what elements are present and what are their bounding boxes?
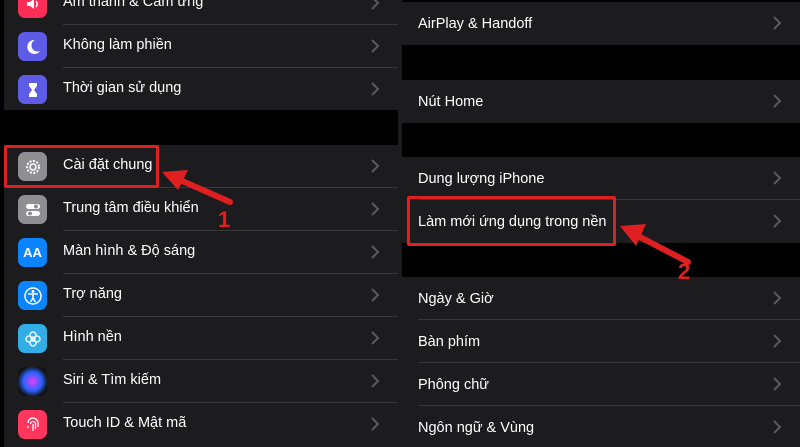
row-airplay-handoff[interactable]: AirPlay & Handoff <box>402 2 800 45</box>
text-size-glyph: AA <box>23 245 42 260</box>
highlight-box-background-refresh <box>407 196 616 246</box>
step-number-1: 1 <box>218 207 231 232</box>
row-label: Bàn phím <box>418 334 481 350</box>
siri-icon <box>18 367 47 396</box>
row-accessibility[interactable]: Trợ năng <box>4 274 398 317</box>
chevron-right-icon <box>773 214 782 228</box>
row-label: Dung lượng iPhone <box>418 171 545 187</box>
row-label: Màn hình & Độ sáng <box>63 243 196 259</box>
flower-icon <box>18 324 47 353</box>
highlight-box-general <box>4 145 159 188</box>
chevron-right-icon <box>371 202 380 216</box>
row-sound[interactable]: Âm thanh & Cảm ứng <box>4 0 398 25</box>
settings-list-left: Âm thanh & Cảm ứng Không làm phiền Thời … <box>0 0 398 447</box>
speaker-icon <box>18 0 47 18</box>
chevron-right-icon <box>371 245 380 259</box>
settings-group-date-keyboard: Ngày & Giờ Bàn phím Phông chữ Ngôn ngữ &… <box>402 277 800 447</box>
row-label: Nút Home <box>418 94 484 110</box>
chevron-right-icon <box>371 288 380 302</box>
row-fonts[interactable]: Phông chữ <box>402 363 800 406</box>
chevron-right-icon <box>773 420 782 434</box>
row-iphone-storage[interactable]: Dung lượng iPhone <box>402 157 800 200</box>
settings-group-sound: Âm thanh & Cảm ứng Không làm phiền Thời … <box>4 0 398 110</box>
row-screen-time[interactable]: Thời gian sử dụng <box>4 68 398 111</box>
chevron-right-icon <box>773 377 782 391</box>
row-label: Ngôn ngữ & Vùng <box>418 420 535 436</box>
row-home-button[interactable]: Nút Home <box>402 80 800 123</box>
row-display-brightness[interactable]: AA Màn hình & Độ sáng <box>4 231 398 274</box>
row-label: Âm thanh & Cảm ứng <box>63 0 204 10</box>
fingerprint-icon <box>18 410 47 439</box>
row-date-time[interactable]: Ngày & Giờ <box>402 277 800 320</box>
toggle-icon <box>18 195 47 224</box>
chevron-right-icon <box>773 334 782 348</box>
chevron-right-icon <box>773 171 782 185</box>
row-label: Hình nền <box>63 329 122 345</box>
hourglass-icon <box>18 75 47 104</box>
chevron-right-icon <box>371 159 380 173</box>
text-size-icon: AA <box>18 238 47 267</box>
row-label: Thời gian sử dụng <box>63 80 182 96</box>
row-language-region[interactable]: Ngôn ngữ & Vùng <box>402 406 800 447</box>
moon-icon <box>18 32 47 61</box>
row-label: Trợ năng <box>63 286 122 302</box>
chevron-right-icon <box>371 374 380 388</box>
chevron-right-icon <box>371 82 380 96</box>
row-label: AirPlay & Handoff <box>418 16 533 32</box>
chevron-right-icon <box>773 16 782 30</box>
row-label: Không làm phiền <box>63 37 172 53</box>
settings-group-airplay: AirPlay & Handoff <box>402 2 800 45</box>
arrow-icon <box>162 170 233 205</box>
row-touch-id[interactable]: Touch ID & Mật mã <box>4 403 398 446</box>
chevron-right-icon <box>371 0 380 10</box>
settings-group-home-button: Nút Home <box>402 80 800 123</box>
row-keyboard[interactable]: Bàn phím <box>402 320 800 363</box>
row-label: Ngày & Giờ <box>418 291 494 307</box>
chevron-right-icon <box>773 94 782 108</box>
chevron-right-icon <box>371 331 380 345</box>
row-label: Touch ID & Mật mã <box>63 415 187 431</box>
step-number-2: 2 <box>678 259 691 284</box>
chevron-right-icon <box>371 39 380 53</box>
row-label: Siri & Tìm kiếm <box>63 372 162 388</box>
row-do-not-disturb[interactable]: Không làm phiền <box>4 25 398 68</box>
row-label: Phông chữ <box>418 377 489 393</box>
accessibility-icon <box>18 281 47 310</box>
chevron-right-icon <box>371 417 380 431</box>
settings-list-right: AirPlay & Handoff Nút Home Dung lượng iP… <box>402 0 800 447</box>
chevron-right-icon <box>773 291 782 305</box>
row-wallpaper[interactable]: Hình nền <box>4 317 398 360</box>
row-siri-search[interactable]: Siri & Tìm kiếm <box>4 360 398 403</box>
